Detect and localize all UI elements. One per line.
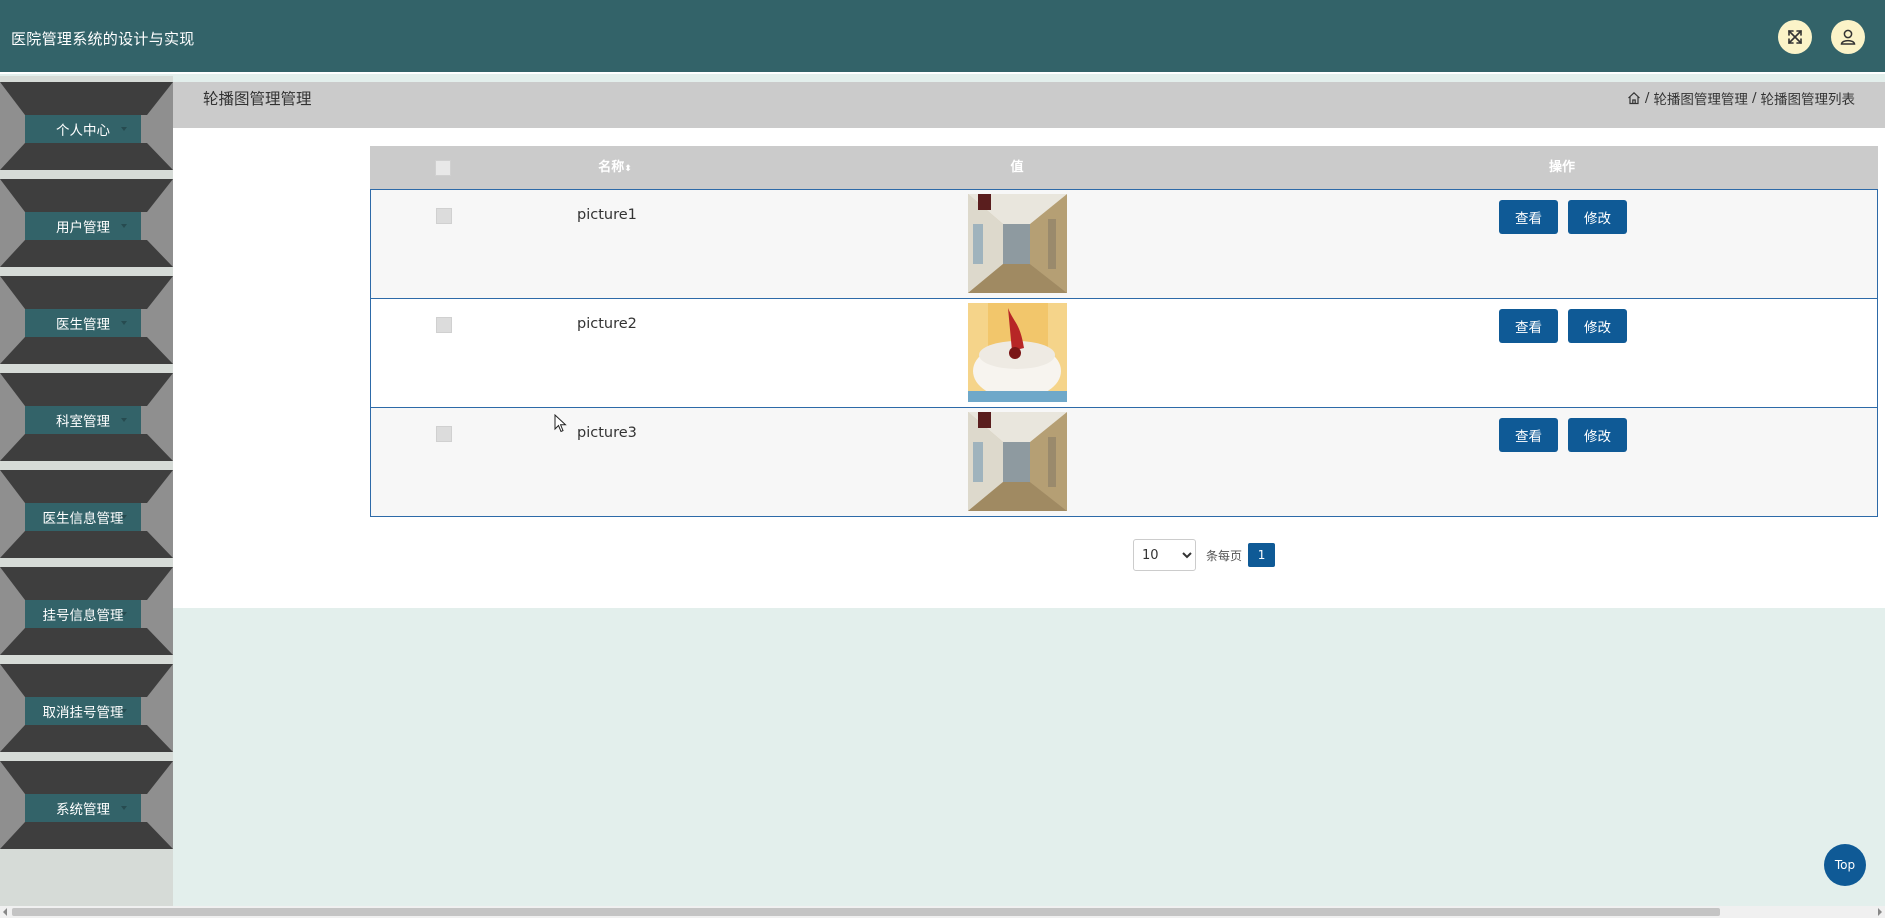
caret-down-icon (121, 709, 127, 713)
view-button[interactable]: 查看 (1499, 309, 1558, 343)
app-title: 医院管理系统的设计与实现 (11, 30, 195, 48)
sidebar-item-registration-management[interactable]: 挂号信息管理 (0, 567, 173, 655)
horizontal-scrollbar[interactable] (0, 906, 1885, 918)
sidebar-item-system-management[interactable]: 系统管理 (0, 761, 173, 849)
user-icon (1840, 29, 1856, 45)
sidebar-item-personal-center[interactable]: 个人中心 (0, 82, 173, 170)
hallway-image (968, 194, 1067, 293)
caret-down-icon (121, 418, 127, 422)
breadcrumb-bar: 轮播图管理管理 / 轮播图管理管理 / 轮播图管理列表 (173, 82, 1885, 128)
caret-down-icon (121, 127, 127, 131)
sidebar-item-label: 挂号信息管理 (25, 600, 141, 628)
page-size-select[interactable]: 10 (1133, 539, 1196, 571)
sidebar-item-label: 个人中心 (25, 115, 141, 143)
caret-down-icon (121, 515, 127, 519)
bowl-image (968, 303, 1067, 402)
row-name: picture2 (577, 316, 637, 332)
breadcrumb-item-banner-management[interactable]: 轮播图管理管理 (1653, 88, 1748, 108)
view-button[interactable]: 查看 (1499, 418, 1558, 452)
hallway-image (968, 412, 1067, 511)
breadcrumb-separator: / (1644, 90, 1650, 106)
scrollbar-thumb[interactable] (12, 908, 1720, 916)
sidebar-item-department-management[interactable]: 科室管理 (0, 373, 173, 461)
per-page-label: 条每页 (1206, 548, 1243, 563)
row-name: picture3 (577, 425, 637, 441)
edit-button[interactable]: 修改 (1568, 200, 1627, 234)
sidebar-item-label: 医生管理 (25, 309, 141, 337)
sidebar-item-label: 科室管理 (25, 406, 141, 434)
breadcrumb: / 轮播图管理管理 / 轮播图管理列表 (1627, 88, 1855, 108)
sidebar-item-doctor-management[interactable]: 医生管理 (0, 276, 173, 364)
scroll-right-icon[interactable] (1878, 908, 1882, 916)
table-header: 名称⬍ 值 操作 (370, 146, 1878, 190)
sidebar: 个人中心 用户管理 医生管理 科室管理 医生信息管理 挂号信息管理 取消挂号管理… (0, 76, 173, 906)
row-checkbox[interactable] (436, 208, 452, 224)
scroll-left-icon[interactable] (3, 908, 7, 916)
sidebar-item-label: 取消挂号管理 (25, 697, 141, 725)
caret-down-icon (121, 321, 127, 325)
sidebar-item-label: 系统管理 (25, 794, 141, 822)
back-to-top-button[interactable]: Top (1824, 844, 1866, 886)
sidebar-item-doctor-info-management[interactable]: 医生信息管理 (0, 470, 173, 558)
sidebar-item-label: 用户管理 (25, 212, 141, 240)
table-row: picture2 查看 修改 (370, 298, 1878, 408)
row-image[interactable] (968, 412, 1067, 511)
home-icon[interactable] (1627, 91, 1641, 105)
row-image[interactable] (968, 303, 1067, 402)
page-button-current[interactable]: 1 (1248, 543, 1276, 567)
pagination: 10 条每页 1 (1133, 539, 1276, 571)
edit-button[interactable]: 修改 (1568, 309, 1627, 343)
view-button[interactable]: 查看 (1499, 200, 1558, 234)
breadcrumb-separator: / (1751, 90, 1757, 106)
row-name: picture1 (577, 207, 637, 223)
top-header: 医院管理系统的设计与实现 (0, 0, 1885, 74)
column-header-actions: 操作 (1548, 160, 1575, 175)
sidebar-item-user-management[interactable]: 用户管理 (0, 179, 173, 267)
edit-button[interactable]: 修改 (1568, 418, 1627, 452)
table-row: picture1 查看 修改 (370, 189, 1878, 299)
fullscreen-button[interactable] (1778, 20, 1812, 54)
column-header-value: 值 (1010, 160, 1024, 175)
mouse-cursor-icon (554, 414, 567, 433)
caret-down-icon (121, 806, 127, 810)
column-header-name[interactable]: 名称⬍ (565, 146, 665, 190)
caret-down-icon (121, 612, 127, 616)
banner-table: 名称⬍ 值 操作 picture1 查看 修改 picture2 查看 修改 p… (370, 146, 1878, 517)
table-row: picture3 查看 修改 (370, 407, 1878, 517)
row-checkbox[interactable] (436, 317, 452, 333)
sidebar-item-label: 医生信息管理 (25, 503, 141, 531)
user-menu-button[interactable] (1831, 20, 1865, 54)
row-checkbox[interactable] (436, 426, 452, 442)
page-title: 轮播图管理管理 (203, 90, 312, 108)
breadcrumb-item-banner-list: 轮播图管理列表 (1760, 92, 1856, 108)
sidebar-item-cancel-registration-management[interactable]: 取消挂号管理 (0, 664, 173, 752)
expand-icon (1788, 30, 1802, 44)
select-all-checkbox[interactable] (435, 160, 451, 176)
sort-icon: ⬍ (624, 164, 632, 174)
caret-down-icon (121, 224, 127, 228)
row-image[interactable] (968, 194, 1067, 293)
